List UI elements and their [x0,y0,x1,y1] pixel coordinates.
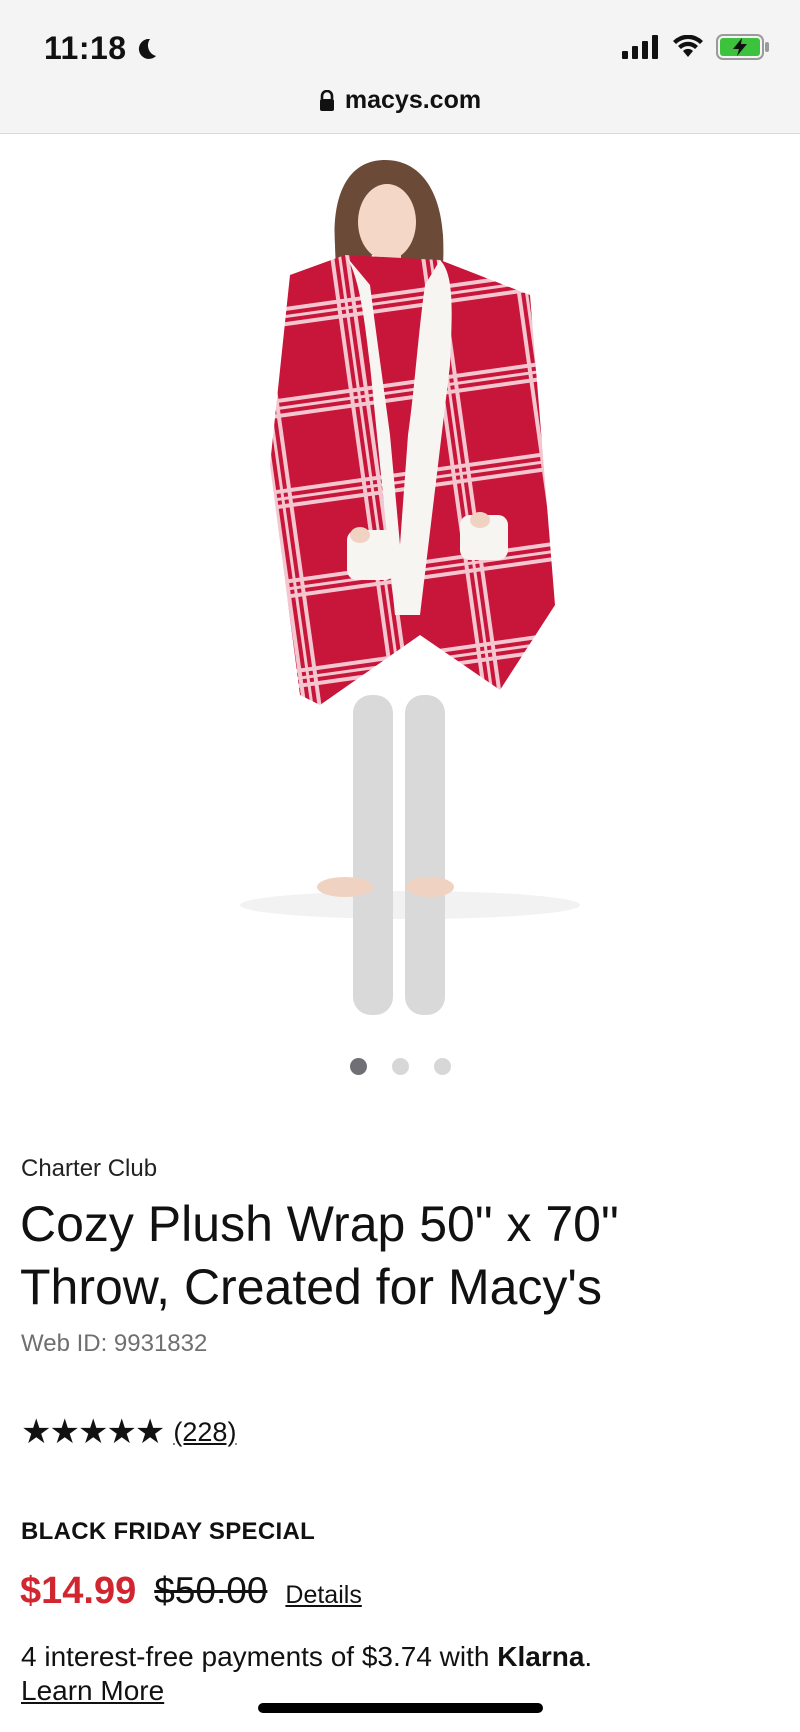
product-image[interactable] [0,135,800,1035]
product-title-line-1: Cozy Plush Wrap 50" x 70" [20,1196,619,1252]
product-photo-illustration [240,160,580,1015]
klarna-period: . [584,1641,593,1672]
review-count-link[interactable]: (228) [173,1417,236,1448]
product-title: Cozy Plush Wrap 50" x 70" Throw, Created… [20,1193,760,1319]
star-rating-icon: ★★★★★ [21,1413,165,1451]
battery-charging-icon [716,34,769,60]
status-icons [622,34,770,60]
signal-icon [622,35,658,59]
carousel-dot-2[interactable] [391,1058,409,1075]
carousel-dot-1[interactable] [349,1058,367,1075]
time-text: 11:18 [44,30,127,66]
wifi-icon [673,35,703,57]
address-bar[interactable]: macys.com [0,86,800,115]
klarna-payment-info: 4 interest-free payments of $3.74 with K… [21,1640,592,1708]
carousel-dot-3[interactable] [433,1058,451,1075]
status-time: 11:18 [44,30,159,67]
product-title-line-2: Throw, Created for Macy's [20,1259,602,1315]
product-rating[interactable]: ★★★★★ (228) [21,1415,236,1449]
home-indicator[interactable] [258,1703,543,1713]
sale-price: $14.99 [20,1570,137,1612]
price-details-link[interactable]: Details [285,1581,361,1610]
web-id: Web ID: 9931832 [21,1330,208,1357]
url-text: macys.com [344,86,482,114]
original-price: $50.00 [154,1570,268,1611]
product-brand[interactable]: Charter Club [21,1155,157,1183]
klarna-text: 4 interest-free payments of $3.74 with [21,1641,498,1672]
klarna-brand: Klarna [497,1641,585,1672]
lock-icon [319,89,334,111]
price-row: $14.99 $50.00 Details [20,1570,362,1613]
image-carousel-dots [0,1058,800,1075]
moon-icon [138,38,156,59]
promo-label: BLACK FRIDAY SPECIAL [21,1518,316,1545]
browser-top-bar: 11:18 macys.com [0,0,800,134]
